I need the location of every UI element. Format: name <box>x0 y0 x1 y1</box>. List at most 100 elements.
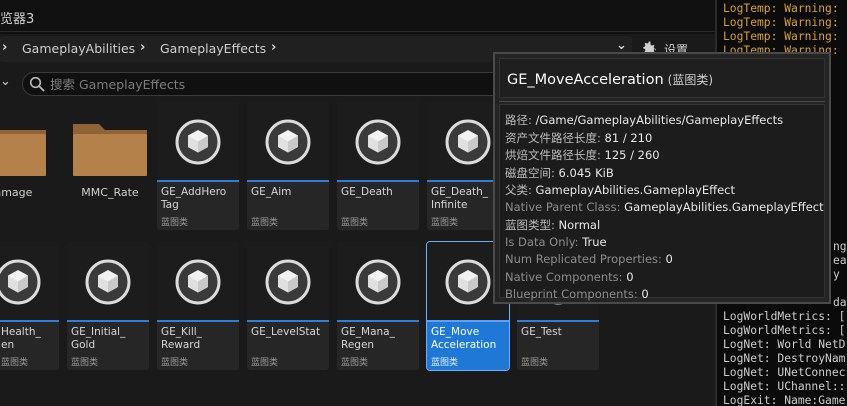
tooltip-key: 资产文件路径长度: <box>505 130 601 145</box>
asset-type: 蓝图类 <box>341 218 369 228</box>
tab-divider <box>0 31 715 32</box>
breadcrumb-item-gameplayeffects[interactable]: GameplayEffects <box>160 41 266 56</box>
breadcrumb-item-gameplayabilities[interactable]: GameplayAbilities <box>22 41 135 56</box>
asset-tile-ge-addhero-tag[interactable]: GE_AddHero Tag 蓝图类 <box>157 102 239 230</box>
search-icon <box>29 76 45 92</box>
tooltip-value: /Game/GameplayAbilities/GameplayEffects <box>535 113 784 127</box>
asset-type: 蓝图类 <box>521 358 549 368</box>
log-line: y <box>833 268 840 281</box>
tooltip-row-blueprint-components: Blueprint Components: 0 <box>505 287 649 301</box>
asset-tile-ge-levelstat[interactable]: GE_LevelStat 蓝图类 <box>247 242 329 370</box>
folder-label: Damage <box>0 186 33 199</box>
asset-tile-ge-death[interactable]: GE_Death 蓝图类 <box>337 102 419 230</box>
asset-type-bar <box>517 320 599 322</box>
tooltip-value: GameplayAbilities.GameplayEffect <box>624 199 824 214</box>
asset-name: GE_Mana_ Regen <box>341 326 395 351</box>
tooltip-row-blueprint-type: 蓝图类型: Normal <box>505 217 600 233</box>
tooltip-key: Native Components: <box>505 269 623 284</box>
blueprint-sphere-icon <box>85 259 131 305</box>
asset-tooltip: GE_MoveAcceleration (蓝图类) 路径: /Game/Gamep… <box>493 52 831 304</box>
tooltip-value: 0 <box>665 252 673 266</box>
tooltip-row-native-parent-class: Native Parent Class: GameplayAbilities.G… <box>505 200 824 214</box>
chevron-right-icon[interactable]: › <box>140 40 145 55</box>
log-line: LogNet: UChannel:: <box>723 380 846 393</box>
log-line: LogWorldMetrics: [ <box>723 310 846 323</box>
tooltip-value: 0 <box>626 269 634 284</box>
tooltip-key: 路径: <box>505 113 532 127</box>
asset-name: GE_Death <box>341 186 393 198</box>
asset-type-bar <box>247 180 329 182</box>
blueprint-sphere-icon <box>445 259 491 305</box>
asset-type-bar <box>157 320 239 322</box>
folder-icon <box>0 130 46 176</box>
asset-thumbnail <box>247 242 329 320</box>
tooltip-key: 烘焙文件路径长度: <box>505 148 601 162</box>
folder-mmc-rate[interactable]: MMC_Rate <box>69 102 151 230</box>
blueprint-sphere-icon <box>0 259 41 305</box>
asset-type-bar <box>157 180 239 182</box>
chevron-right-icon[interactable]: › <box>271 40 276 55</box>
log-line: LogExit: Name:Game <box>723 394 846 406</box>
tooltip-value: 0 <box>641 287 649 301</box>
blueprint-sphere-icon <box>175 259 221 305</box>
tooltip-value: 81 / 210 <box>604 130 653 145</box>
asset-name: GE_Test <box>521 326 562 338</box>
tooltip-title: GE_MoveAcceleration (蓝图类) <box>507 71 713 88</box>
tooltip-class-label: (蓝图类) <box>667 73 714 87</box>
log-line: ng <box>833 240 847 253</box>
log-line: LogTemp: Warning: <box>723 2 839 15</box>
tooltip-row-asset-path-length: 资产文件路径长度: 81 / 210 <box>505 130 652 146</box>
asset-type-bar <box>337 320 419 322</box>
chevron-down-icon[interactable]: ⌄ <box>616 38 627 53</box>
tooltip-key: 父类: <box>505 183 532 197</box>
asset-name: GE_AddHero Tag <box>161 186 227 211</box>
asset-tile-ge-kill-reward[interactable]: GE_Kill_ Reward 蓝图类 <box>157 242 239 370</box>
asset-name: GE_Initial_ Gold <box>71 326 126 351</box>
asset-thumbnail <box>157 102 239 180</box>
asset-thumbnail <box>337 242 419 320</box>
tooltip-row-cooked-path-length: 烘焙文件路径长度: 125 / 260 <box>505 147 660 163</box>
blueprint-sphere-icon <box>445 119 491 165</box>
asset-type: 蓝图类 <box>251 358 279 368</box>
blueprint-sphere-icon <box>355 259 401 305</box>
asset-tile-ge-mana-regen[interactable]: GE_Mana_ Regen 蓝图类 <box>337 242 419 370</box>
asset-tile-ge-initial-gold[interactable]: GE_Initial_ Gold 蓝图类 <box>67 242 149 370</box>
asset-type: 蓝图类 <box>1 358 29 368</box>
folder-label: MMC_Rate <box>81 186 139 199</box>
tooltip-header: GE_MoveAcceleration (蓝图类) <box>499 58 825 98</box>
asset-thumbnail <box>247 102 329 180</box>
tooltip-key: Num Replicated Properties: <box>505 252 662 266</box>
chevron-right-icon[interactable]: › <box>2 40 7 55</box>
asset-thumbnail <box>337 102 419 180</box>
asset-type: 蓝图类 <box>71 358 99 368</box>
tab-title[interactable]: 览器3 <box>0 8 34 27</box>
asset-tile-health-regen[interactable]: Health_ en 蓝图类 <box>0 242 59 370</box>
log-line: ea <box>833 254 847 267</box>
asset-name: GE_Aim <box>251 186 292 198</box>
asset-type: 蓝图类 <box>161 218 189 228</box>
filter-chevron-icon[interactable]: ⌄ <box>0 74 11 89</box>
asset-type: 蓝图类 <box>431 358 459 368</box>
tooltip-value: GameplayAbilities.GameplayEffect <box>535 183 735 197</box>
asset-name: GE_Move Acceleration <box>431 326 497 351</box>
tooltip-body: 路径: /Game/GameplayAbilities/GameplayEffe… <box>499 104 825 301</box>
asset-type-bar <box>0 320 59 322</box>
tooltip-row-is-data-only: Is Data Only: True <box>505 235 607 249</box>
tooltip-key: 磁盘空间: <box>505 165 555 180</box>
folder-damage[interactable]: Damage <box>0 102 48 230</box>
asset-name: GE_LevelStat <box>251 326 321 338</box>
tooltip-key: Is Data Only: <box>505 234 579 249</box>
tooltip-value: 6.045 KiB <box>558 165 614 180</box>
asset-tile-ge-aim[interactable]: GE_Aim 蓝图类 <box>247 102 329 230</box>
asset-thumbnail <box>67 242 149 320</box>
tooltip-value: True <box>582 234 607 249</box>
asset-type-bar <box>67 320 149 322</box>
log-line: LogWorldMetrics: [ <box>723 324 846 337</box>
tooltip-key: Native Parent Class: <box>505 199 621 214</box>
tooltip-row-parent-class: 父类: GameplayAbilities.GameplayEffect <box>505 182 735 198</box>
asset-thumbnail <box>157 242 239 320</box>
tooltip-row-disk-size: 磁盘空间: 6.045 KiB <box>505 165 614 181</box>
tooltip-key: 蓝图类型: <box>505 218 555 232</box>
blueprint-sphere-icon <box>265 119 311 165</box>
asset-name: GE_Kill_ Reward <box>161 326 202 351</box>
